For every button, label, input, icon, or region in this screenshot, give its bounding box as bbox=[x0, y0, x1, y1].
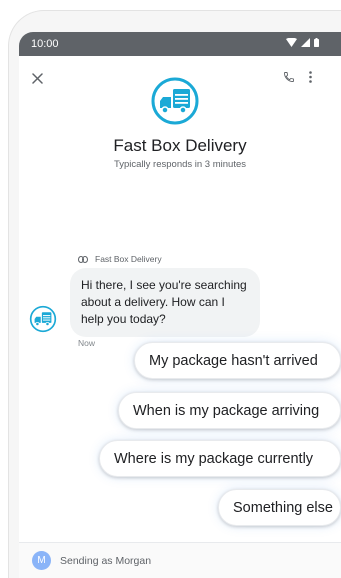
suggestion-chip-where-is-package[interactable]: Where is my package currently bbox=[99, 440, 341, 477]
message-sender-row: Fast Box Delivery bbox=[78, 254, 162, 264]
wifi-icon bbox=[286, 38, 297, 47]
suggestion-chip-package-not-arrived[interactable]: My package hasn't arrived bbox=[134, 342, 341, 379]
message-sender-name: Fast Box Delivery bbox=[95, 254, 162, 264]
suggestion-chip-something-else[interactable]: Something else bbox=[218, 489, 341, 526]
user-avatar: M bbox=[32, 551, 51, 570]
battery-icon bbox=[314, 38, 319, 47]
agent-message-bubble: Hi there, I see you're searching about a… bbox=[70, 268, 260, 337]
close-button[interactable] bbox=[25, 66, 49, 90]
more-vert-icon bbox=[308, 71, 312, 83]
call-button[interactable] bbox=[278, 66, 300, 88]
delivery-truck-icon bbox=[29, 305, 57, 333]
brand-logo bbox=[150, 76, 200, 131]
sending-as-label: Sending as Morgan bbox=[60, 554, 152, 567]
message-timestamp: Now bbox=[78, 338, 96, 348]
more-options-button[interactable] bbox=[302, 66, 318, 88]
compose-bar[interactable]: M Sending as Morgan bbox=[19, 542, 341, 578]
agent-avatar bbox=[29, 305, 57, 338]
status-bar: 10:00 bbox=[19, 32, 341, 56]
agent-name: Fast Box Delivery bbox=[113, 136, 247, 155]
phone-icon bbox=[284, 72, 294, 82]
suggestion-chip-when-arriving[interactable]: When is my package arriving bbox=[118, 392, 341, 429]
agent-response-time: Typically responds in 3 minutes bbox=[113, 159, 246, 170]
status-time: 10:00 bbox=[31, 38, 59, 50]
signal-icon bbox=[301, 38, 310, 47]
business-link-icon bbox=[78, 255, 88, 263]
close-icon bbox=[31, 72, 43, 84]
delivery-truck-icon bbox=[151, 77, 199, 125]
